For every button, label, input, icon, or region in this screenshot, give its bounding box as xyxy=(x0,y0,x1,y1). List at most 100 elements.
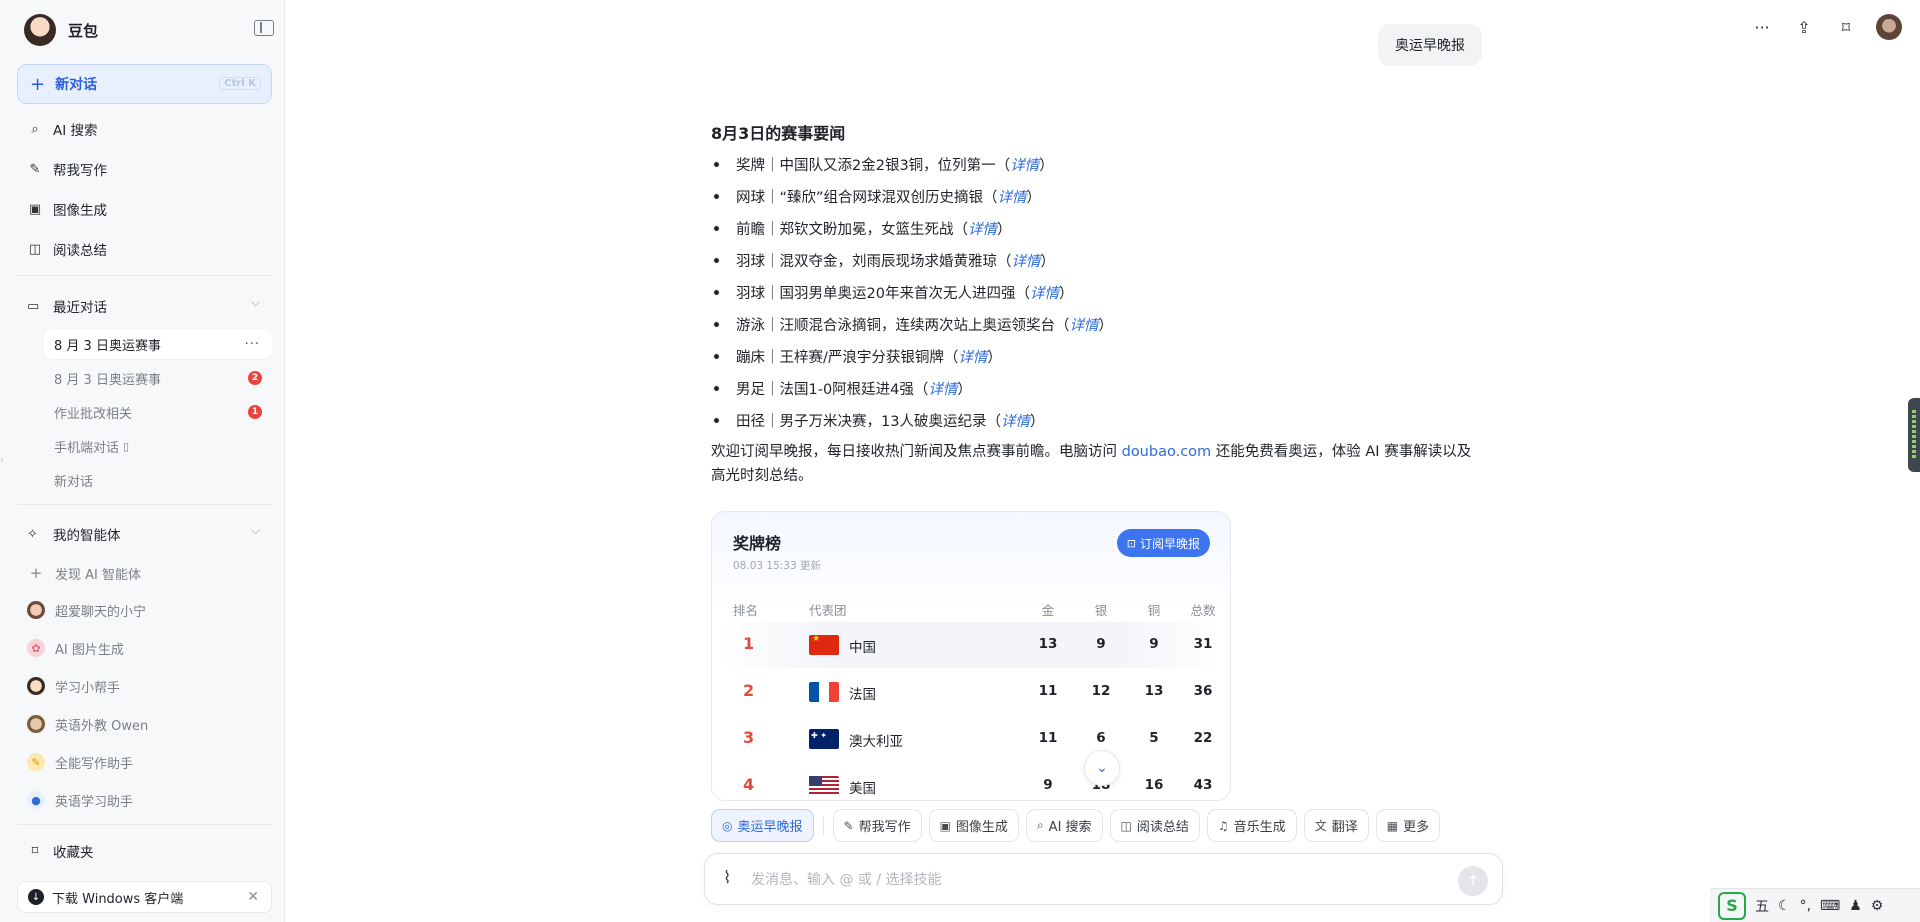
scroll-to-bottom-button[interactable]: ⌄ xyxy=(1084,750,1120,786)
agent-label: 英语学习助手 xyxy=(55,794,134,810)
sidebar-item-writing[interactable]: ✎ 帮我写作 xyxy=(17,149,272,189)
detail-link[interactable]: 详情 xyxy=(1070,314,1099,335)
agent-label: 学习小帮手 xyxy=(55,680,121,696)
ime-logo[interactable]: S xyxy=(1718,891,1746,920)
rank-value: 2 xyxy=(743,681,755,700)
attachment-icon[interactable]: ⌇ xyxy=(723,868,731,888)
my-agents-header[interactable]: ✧ 我的智能体 ⌵ xyxy=(17,519,272,549)
silver-count: 6 xyxy=(1096,730,1106,746)
agent-label: 全能写作助手 xyxy=(55,756,134,772)
detail-link[interactable]: 详情 xyxy=(1001,410,1030,431)
detail-link[interactable]: 详情 xyxy=(998,186,1027,207)
agent-item[interactable]: ✎ 全能写作助手 xyxy=(17,746,272,778)
floating-side-widget[interactable] xyxy=(1908,398,1920,472)
skill-chip-writing[interactable]: ✎ 帮我写作 xyxy=(832,809,922,842)
chip-label: 帮我写作 xyxy=(858,820,911,835)
sidebar-item-favorites[interactable]: ⌑ 收藏夹 xyxy=(17,831,272,871)
avatar: ✿ xyxy=(27,639,45,657)
resize-handle-icon[interactable]: › xyxy=(0,455,6,467)
team-name: 澳大利亚 xyxy=(849,734,903,750)
send-button[interactable]: ↑ xyxy=(1458,866,1488,896)
divider xyxy=(17,824,272,825)
download-label: 下载 Windows 客户端 xyxy=(52,891,184,907)
chip-label: 阅读总结 xyxy=(1136,820,1189,835)
bronze-count: 13 xyxy=(1144,683,1164,699)
col-gold: 金 xyxy=(1041,603,1055,618)
download-client-banner[interactable]: ↓ 下载 Windows 客户端 ✕ xyxy=(17,881,272,913)
bracket: ） xyxy=(1040,253,1056,270)
skill-chip-olympics[interactable]: ◎ 奥运早晚报 xyxy=(711,809,814,842)
sidebar-item-reading[interactable]: ◫ 阅读总结 xyxy=(17,229,272,269)
detail-link[interactable]: 详情 xyxy=(1030,282,1059,303)
brand-avatar xyxy=(24,14,56,46)
conversation-item[interactable]: 新对话 xyxy=(44,465,272,495)
detail-link[interactable]: 详情 xyxy=(928,378,957,399)
table-row: 4美国9181643 xyxy=(733,763,1213,800)
sidebar-item-image-gen[interactable]: ▣ 图像生成 xyxy=(17,189,272,229)
detail-link[interactable]: 详情 xyxy=(1010,154,1039,175)
subscribe-label: 订阅早晚报 xyxy=(1139,536,1200,551)
punctuation-icon[interactable]: °, xyxy=(1800,898,1811,914)
conversation-item[interactable]: 作业批改相关 1 xyxy=(44,397,272,427)
silver-count: 9 xyxy=(1096,636,1106,652)
sidebar-item-ai-search[interactable]: ⌕ AI 搜索 xyxy=(17,109,272,149)
site-link[interactable]: doubao.com xyxy=(1122,444,1212,460)
book-icon: ◫ xyxy=(28,241,42,257)
agent-item[interactable]: ● 英语学习助手 xyxy=(17,784,272,816)
agent-item[interactable]: 超爱聊天的小宁 xyxy=(17,594,272,626)
skill-chip-search[interactable]: ⌕ AI 搜索 xyxy=(1025,809,1103,842)
search-icon: ⌕ xyxy=(31,121,39,137)
sidebar-toggle-icon[interactable] xyxy=(254,20,274,36)
divider xyxy=(17,275,272,276)
chevron-down-icon[interactable]: ⌵ xyxy=(251,295,260,310)
new-chat-button[interactable]: + 新对话 Ctrl K xyxy=(17,64,272,104)
moon-icon[interactable]: ☾ xyxy=(1778,898,1791,914)
list-item: 羽球｜混双夺金，刘雨辰现场求婚黄雅琼（ 详情） xyxy=(711,244,1481,276)
agent-item[interactable]: ✿ AI 图片生成 xyxy=(17,632,272,664)
agent-item[interactable]: 英语外教 Owen xyxy=(17,708,272,740)
recent-conversations-header[interactable]: ▭ 最近对话 ⌵ xyxy=(17,291,272,321)
total-count: 31 xyxy=(1193,636,1213,652)
bracket: ） xyxy=(1058,285,1074,302)
apps-icon[interactable]: ⚙ xyxy=(1871,898,1884,914)
country-flag xyxy=(809,776,839,796)
bookmark-icon[interactable]: ⌑ xyxy=(1834,15,1858,39)
message-input[interactable] xyxy=(751,867,1401,893)
conversation-item[interactable]: 8 月 3 日奥运赛事 2 xyxy=(44,363,272,393)
ime-mode[interactable]: 五 xyxy=(1755,896,1769,916)
agent-item-discover[interactable]: + 发现 AI 智能体 xyxy=(17,557,272,589)
skill-chip-reading[interactable]: ◫ 阅读总结 xyxy=(1109,809,1200,842)
user-message-bubble: 奥运早晚报 xyxy=(1378,24,1482,66)
conversation-item[interactable]: 8 月 3 日奥运赛事 ··· xyxy=(44,329,272,359)
brand-name: 豆包 xyxy=(68,21,99,40)
user-icon[interactable]: ♟ xyxy=(1849,898,1862,914)
list-item: 男足｜法国1-0阿根廷进4强（ 详情） xyxy=(711,372,1481,404)
conversation-item[interactable]: 手机端对话 ▯ xyxy=(44,431,272,461)
total-count: 22 xyxy=(1193,730,1213,746)
user-avatar[interactable] xyxy=(1876,14,1902,40)
update-time: 08.03 15:33 更新 xyxy=(733,560,821,572)
agent-label: 超爱聊天的小宁 xyxy=(55,604,147,620)
agent-item[interactable]: 学习小帮手 xyxy=(17,670,272,702)
share-icon[interactable]: ⇪ xyxy=(1792,15,1816,39)
detail-link[interactable]: 详情 xyxy=(1012,250,1041,271)
more-icon[interactable]: ··· xyxy=(1750,15,1774,39)
conversation-label: 新对话 xyxy=(54,474,94,490)
close-icon[interactable]: ✕ xyxy=(247,889,259,905)
skill-chip-music[interactable]: ♫ 音乐生成 xyxy=(1206,809,1297,842)
skill-chip-more[interactable]: ▦ 更多 xyxy=(1375,809,1441,842)
unread-badge: 2 xyxy=(248,371,262,385)
rank-value: 4 xyxy=(743,775,755,794)
detail-link[interactable]: 详情 xyxy=(968,218,997,239)
skill-chip-translate[interactable]: 文翻译 xyxy=(1303,809,1369,842)
country-flag xyxy=(809,682,839,702)
subscribe-button[interactable]: ⊡ 订阅早晚报 xyxy=(1116,529,1210,557)
list-item: 羽球｜国羽男单奥运20年来首次无人进四强（ 详情） xyxy=(711,276,1481,308)
more-icon[interactable]: ··· xyxy=(245,337,260,352)
detail-link[interactable]: 详情 xyxy=(958,346,987,367)
plus-icon: + xyxy=(29,564,43,582)
chevron-down-icon[interactable]: ⌵ xyxy=(251,523,260,538)
skill-chip-image[interactable]: ▣ 图像生成 xyxy=(928,809,1019,842)
keyboard-icon[interactable]: ⌨ xyxy=(1820,898,1840,914)
pen-icon: ✎ xyxy=(29,161,41,177)
